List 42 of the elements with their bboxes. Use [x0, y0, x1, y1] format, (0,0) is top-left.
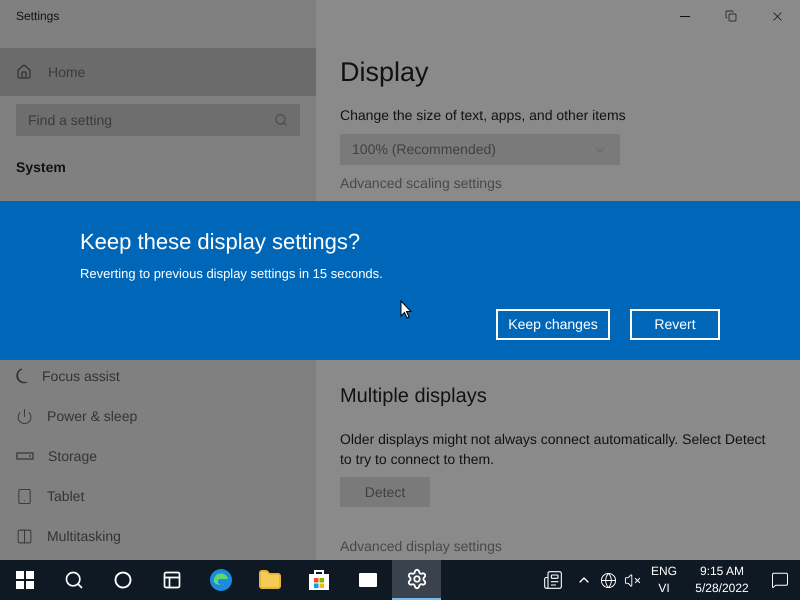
search-icon — [274, 113, 288, 127]
muted-speaker-icon — [624, 572, 640, 588]
sidebar-item[interactable]: Tablet — [0, 476, 316, 516]
mouse-cursor-icon — [400, 300, 412, 319]
banner-button[interactable]: Revert — [630, 308, 720, 340]
sidebar-item[interactable]: Power & sleep — [0, 396, 316, 436]
language-button[interactable]: ENG VI — [644, 560, 684, 600]
search-icon — [64, 570, 84, 590]
globe-icon — [600, 572, 616, 588]
sidebar-item[interactable]: Storage — [0, 436, 316, 476]
news-icon — [543, 570, 563, 590]
scaling-link[interactable]: Advanced scaling settings — [340, 175, 502, 191]
settings-icon — [406, 568, 428, 590]
sidebar-item[interactable]: Focus assist — [0, 356, 316, 396]
store-bag-icon — [306, 568, 330, 592]
scale-dropdown[interactable]: 100% (Recommended) — [340, 134, 620, 165]
power-icon — [16, 408, 33, 424]
banner-title: Keep these display settings? — [80, 228, 360, 256]
home-icon — [16, 64, 32, 80]
banner-button[interactable]: Keep changes — [496, 308, 610, 340]
window-title: Settings — [16, 8, 60, 25]
clock-button[interactable]: 9:15 AM 5/28/2022 — [684, 560, 760, 600]
notifications-icon — [771, 571, 789, 589]
sidebar-item[interactable]: Multitasking — [0, 516, 316, 556]
taskbar-button[interactable] — [392, 560, 441, 600]
advanced-display-link[interactable]: Advanced display settings — [340, 536, 502, 557]
section-title: Multiple displays — [340, 384, 487, 409]
task-view-icon — [162, 570, 182, 590]
tablet-icon — [16, 488, 33, 504]
start-icon — [16, 571, 34, 589]
banner-message: Reverting to previous display settings in 15 seconds. — [80, 265, 383, 283]
browser-icon — [208, 568, 232, 592]
folder-icon — [258, 568, 282, 592]
detect-button[interactable]: Detect — [340, 477, 430, 507]
restore-icon — [725, 10, 737, 22]
page-title: Display — [340, 56, 429, 89]
multitasking-icon — [16, 528, 33, 544]
circle-icon — [114, 571, 132, 589]
section-heading: System — [16, 159, 66, 175]
moon-icon — [16, 368, 28, 384]
scale-label: Change the size of text, apps, and other items — [340, 106, 626, 125]
description-text: Older displays might not always connect automatically. Select Detect to try to connect to them. — [340, 430, 766, 469]
